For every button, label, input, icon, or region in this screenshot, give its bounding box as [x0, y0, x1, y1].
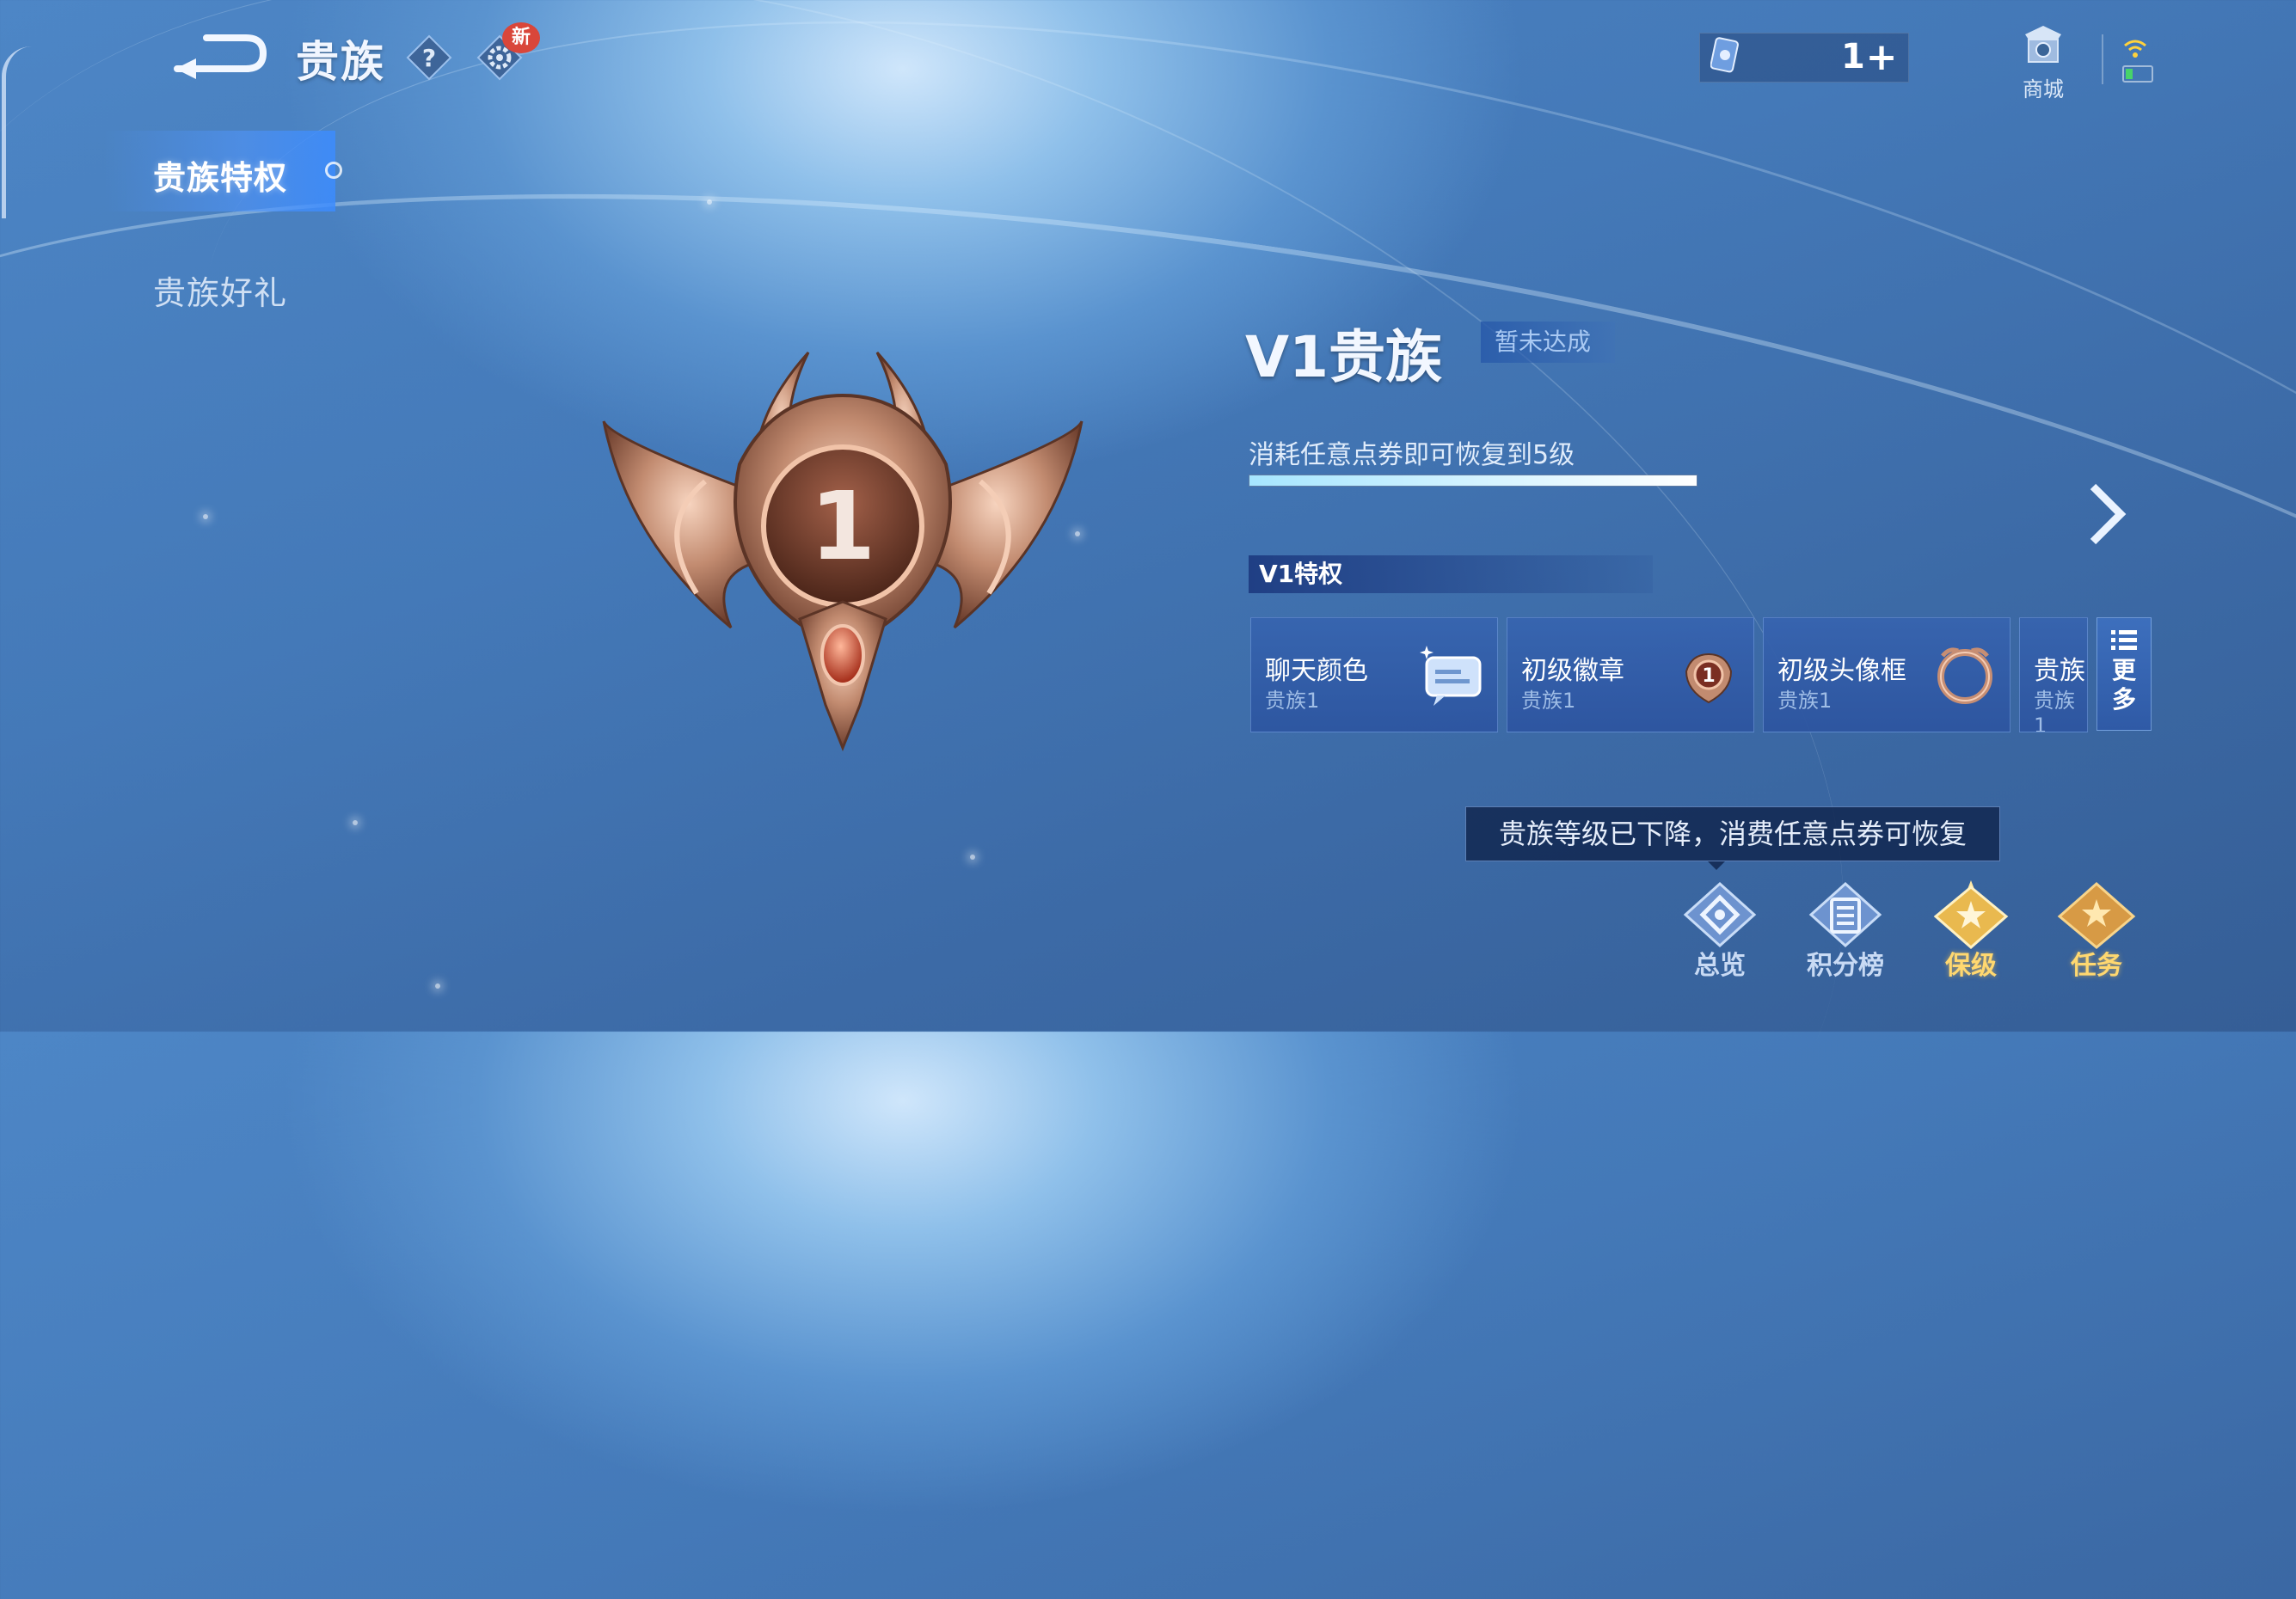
- divider: [2102, 34, 2103, 84]
- light-streak: [0, 0, 2043, 1599]
- keep-level-icon: [1933, 880, 2009, 949]
- tooltip-caret: [1708, 861, 1725, 870]
- tab-leaderboard[interactable]: 积分榜: [1794, 880, 1897, 982]
- progress-bar: [1249, 475, 1697, 487]
- level-drop-tooltip: 贵族等级已下降，消费任意点券可恢复: [1465, 806, 2000, 861]
- avatar-frame-icon: [1937, 647, 1992, 704]
- card-subtitle: 贵族1: [1521, 689, 1576, 713]
- card-title: 贵族: [2034, 656, 2085, 686]
- point-coupon-icon: [1710, 37, 1739, 73]
- question-icon: ?: [406, 34, 452, 81]
- leaderboard-icon: [1808, 881, 1882, 948]
- coupon-balance[interactable]: 1 +: [1699, 33, 1909, 83]
- svg-text:1: 1: [1702, 665, 1715, 687]
- emblem-level-number: 1: [810, 471, 876, 581]
- tab-tasks[interactable]: 任务: [2045, 880, 2148, 982]
- noble-level-title: V1贵族: [1245, 324, 1443, 390]
- noble-level-emblem: 1: [602, 351, 1084, 752]
- progress-text: 消耗任意点券即可恢复到5级: [1249, 440, 1575, 470]
- progress-fill: [1249, 475, 1697, 486]
- battery-icon: [2122, 65, 2153, 83]
- sidebar-item-gifts[interactable]: 贵族好礼: [153, 266, 287, 314]
- privilege-card-partial[interactable]: 贵族 贵族1: [2019, 617, 2088, 732]
- tab-label: 总览: [1694, 951, 1746, 981]
- more-label: 更多: [2111, 656, 2136, 714]
- list-icon: [2111, 630, 2137, 650]
- left-edge-decoration: [2, 46, 32, 218]
- card-subtitle: 贵族1: [1777, 689, 1833, 713]
- back-button[interactable]: [172, 29, 268, 79]
- privilege-card-chat-color[interactable]: 聊天颜色 贵族1: [1250, 617, 1498, 732]
- privilege-card-avatar-frame[interactable]: 初级头像框 贵族1: [1763, 617, 2011, 732]
- help-button[interactable]: ?: [406, 34, 452, 81]
- shop-button[interactable]: 商城: [2017, 22, 2069, 102]
- shop-label: 商城: [2023, 77, 2064, 101]
- status-badge: 暂未达成: [1481, 322, 1615, 363]
- back-arrow-icon: [174, 34, 267, 79]
- sparkle: [203, 514, 208, 519]
- chevron-right-icon[interactable]: [2084, 481, 2129, 547]
- add-coupon-button[interactable]: +: [1860, 35, 1903, 79]
- sparkle: [435, 983, 440, 989]
- card-subtitle: 贵族1: [2034, 689, 2075, 732]
- wifi-icon: [2124, 40, 2146, 58]
- tab-keep-level[interactable]: 保级: [1919, 880, 2023, 982]
- chat-bubble-icon: [1420, 646, 1482, 706]
- sidebar-active-dot: [325, 162, 342, 179]
- sparkle: [970, 855, 975, 860]
- card-title: 聊天颜色: [1265, 656, 1368, 686]
- more-privileges-button[interactable]: 更多: [2096, 617, 2152, 731]
- tab-label: 积分榜: [1807, 951, 1884, 981]
- shop-icon: [2025, 26, 2061, 63]
- new-badge: 新: [502, 22, 540, 53]
- card-title: 初级头像框: [1777, 656, 1906, 686]
- page-title: 贵族: [296, 37, 385, 87]
- task-icon: [2057, 881, 2136, 949]
- sparkle: [707, 199, 712, 205]
- tab-label: 任务: [2071, 951, 2122, 981]
- badge-icon: 1: [1685, 652, 1733, 704]
- tab-label: 保级: [1945, 951, 1997, 981]
- card-subtitle: 贵族1: [1265, 689, 1320, 713]
- card-title: 初级徽章: [1521, 656, 1624, 686]
- sidebar-item-privileges[interactable]: 贵族特权: [153, 151, 287, 199]
- privileges-header: V1特权: [1249, 555, 1653, 593]
- sparkle: [353, 820, 358, 825]
- tab-overview[interactable]: 总览: [1668, 880, 1771, 982]
- privilege-card-badge[interactable]: 初级徽章 贵族1 1: [1507, 617, 1754, 732]
- svg-text:?: ?: [422, 44, 436, 72]
- overview-icon: [1683, 881, 1757, 948]
